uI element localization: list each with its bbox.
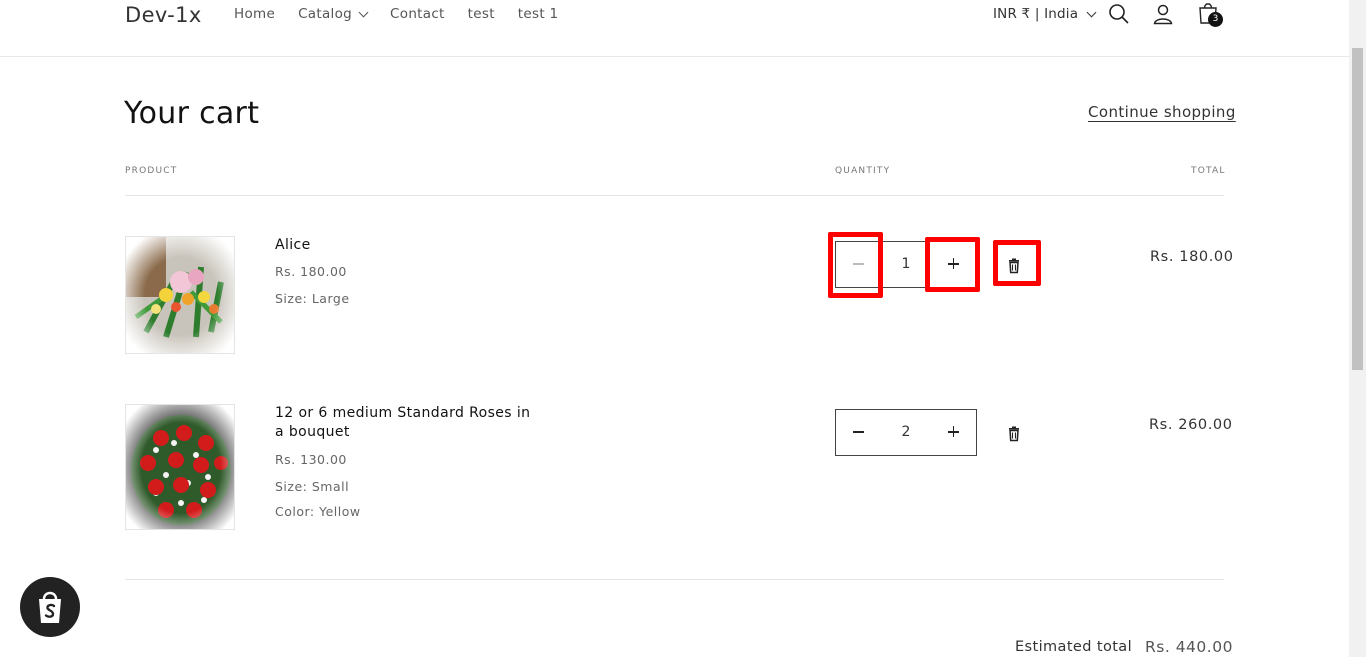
chevron-down-icon xyxy=(358,7,369,17)
nav-home-label: Home xyxy=(234,6,276,22)
locale-selector[interactable]: INR ₹ | India xyxy=(993,6,1097,22)
quantity-stepper: 1 xyxy=(835,241,977,288)
product-image-alice[interactable] xyxy=(125,236,235,354)
account-icon[interactable] xyxy=(1151,2,1175,26)
chevron-down-icon xyxy=(1086,7,1097,17)
locale-label: INR ₹ | India xyxy=(993,6,1079,22)
line-total: Rs. 180.00 xyxy=(1150,249,1234,265)
trash-icon[interactable] xyxy=(1002,254,1026,278)
item-price: Rs. 180.00 xyxy=(275,264,347,279)
scrollbar-thumb[interactable] xyxy=(1352,48,1363,370)
item-name[interactable]: Alice xyxy=(275,236,535,255)
decrease-quantity-button[interactable] xyxy=(836,242,881,287)
increase-quantity-button[interactable] xyxy=(931,242,976,287)
increase-quantity-button[interactable] xyxy=(931,410,976,455)
product-image-alice-art xyxy=(126,237,234,353)
nav-home[interactable]: Home xyxy=(234,6,275,22)
site-header: Dev-1x Home Catalog Contact test test 1 … xyxy=(0,0,1349,57)
nav-catalog[interactable]: Catalog xyxy=(298,6,369,22)
divider xyxy=(125,195,1224,196)
quantity-stepper: 2 xyxy=(835,409,977,456)
product-image-roses-art xyxy=(126,405,234,529)
divider xyxy=(125,579,1224,580)
column-header-product: PRODUCT xyxy=(125,166,178,176)
page-title: Your cart xyxy=(124,96,260,131)
nav-test-1[interactable]: test 1 xyxy=(518,6,559,22)
store-logo[interactable]: Dev-1x xyxy=(125,3,202,27)
search-icon[interactable] xyxy=(1107,2,1131,26)
nav-test-label: test xyxy=(467,6,495,22)
quantity-input[interactable]: 1 xyxy=(881,242,931,287)
nav-test-1-label: test 1 xyxy=(517,6,559,22)
product-image-roses[interactable] xyxy=(125,404,235,530)
item-option: Size: Small xyxy=(275,479,350,494)
plus-icon-vertical xyxy=(952,426,955,438)
quantity-input[interactable]: 2 xyxy=(881,410,931,455)
main-nav: Home Catalog Contact test test 1 xyxy=(234,6,581,22)
line-total: Rs. 260.00 xyxy=(1149,417,1233,433)
trash-icon[interactable] xyxy=(1002,422,1026,446)
shopify-bag-icon xyxy=(39,591,61,623)
item-option: Color: Yellow xyxy=(275,504,361,519)
minus-icon xyxy=(853,263,864,265)
decrease-quantity-button[interactable] xyxy=(836,410,881,455)
nav-contact[interactable]: Contact xyxy=(390,6,445,22)
minus-icon xyxy=(853,431,864,433)
shopify-button[interactable] xyxy=(20,577,80,637)
column-header-quantity: QUANTITY xyxy=(835,166,891,176)
item-price: Rs. 130.00 xyxy=(275,452,347,467)
item-name[interactable]: 12 or 6 medium Standard Roses in a bouqu… xyxy=(275,404,535,442)
page-scrollbar[interactable] xyxy=(1349,0,1366,657)
item-option: Size: Large xyxy=(275,291,350,306)
estimated-total-label: Estimated total xyxy=(1015,639,1133,655)
nav-test[interactable]: test xyxy=(468,6,495,22)
plus-icon-vertical xyxy=(952,258,955,270)
nav-contact-label: Contact xyxy=(390,6,445,22)
estimated-total-value: Rs. 440.00 xyxy=(1145,638,1233,656)
continue-shopping-link[interactable]: Continue shopping xyxy=(1088,103,1236,121)
cart-count-badge: 3 xyxy=(1208,12,1223,27)
nav-catalog-label: Catalog xyxy=(298,6,353,22)
column-header-total: TOTAL xyxy=(1191,166,1226,176)
